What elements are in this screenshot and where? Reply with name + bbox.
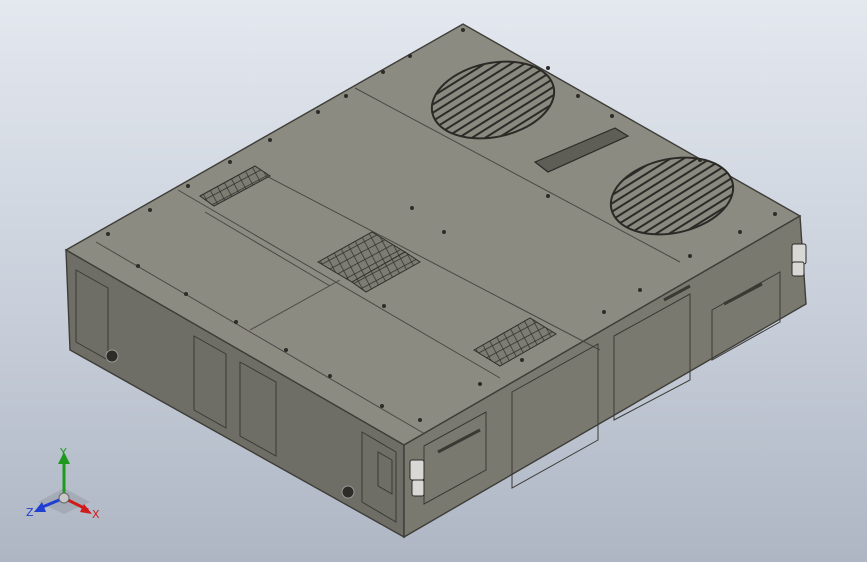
front-knob-2 <box>341 485 355 499</box>
axis-z-label: Z <box>26 506 34 519</box>
axis-triad: Y X Z <box>26 446 100 521</box>
cad-viewport[interactable]: Y X Z <box>0 0 867 562</box>
front-knob-1 <box>105 349 119 363</box>
enclosure-3d-model[interactable] <box>0 0 867 562</box>
latch-4 <box>791 261 805 277</box>
latch-1 <box>409 459 425 481</box>
axis-x-label: X <box>92 508 100 521</box>
latch-2 <box>411 479 425 497</box>
latch-3 <box>791 243 807 265</box>
axis-y-label: Y <box>59 446 67 459</box>
